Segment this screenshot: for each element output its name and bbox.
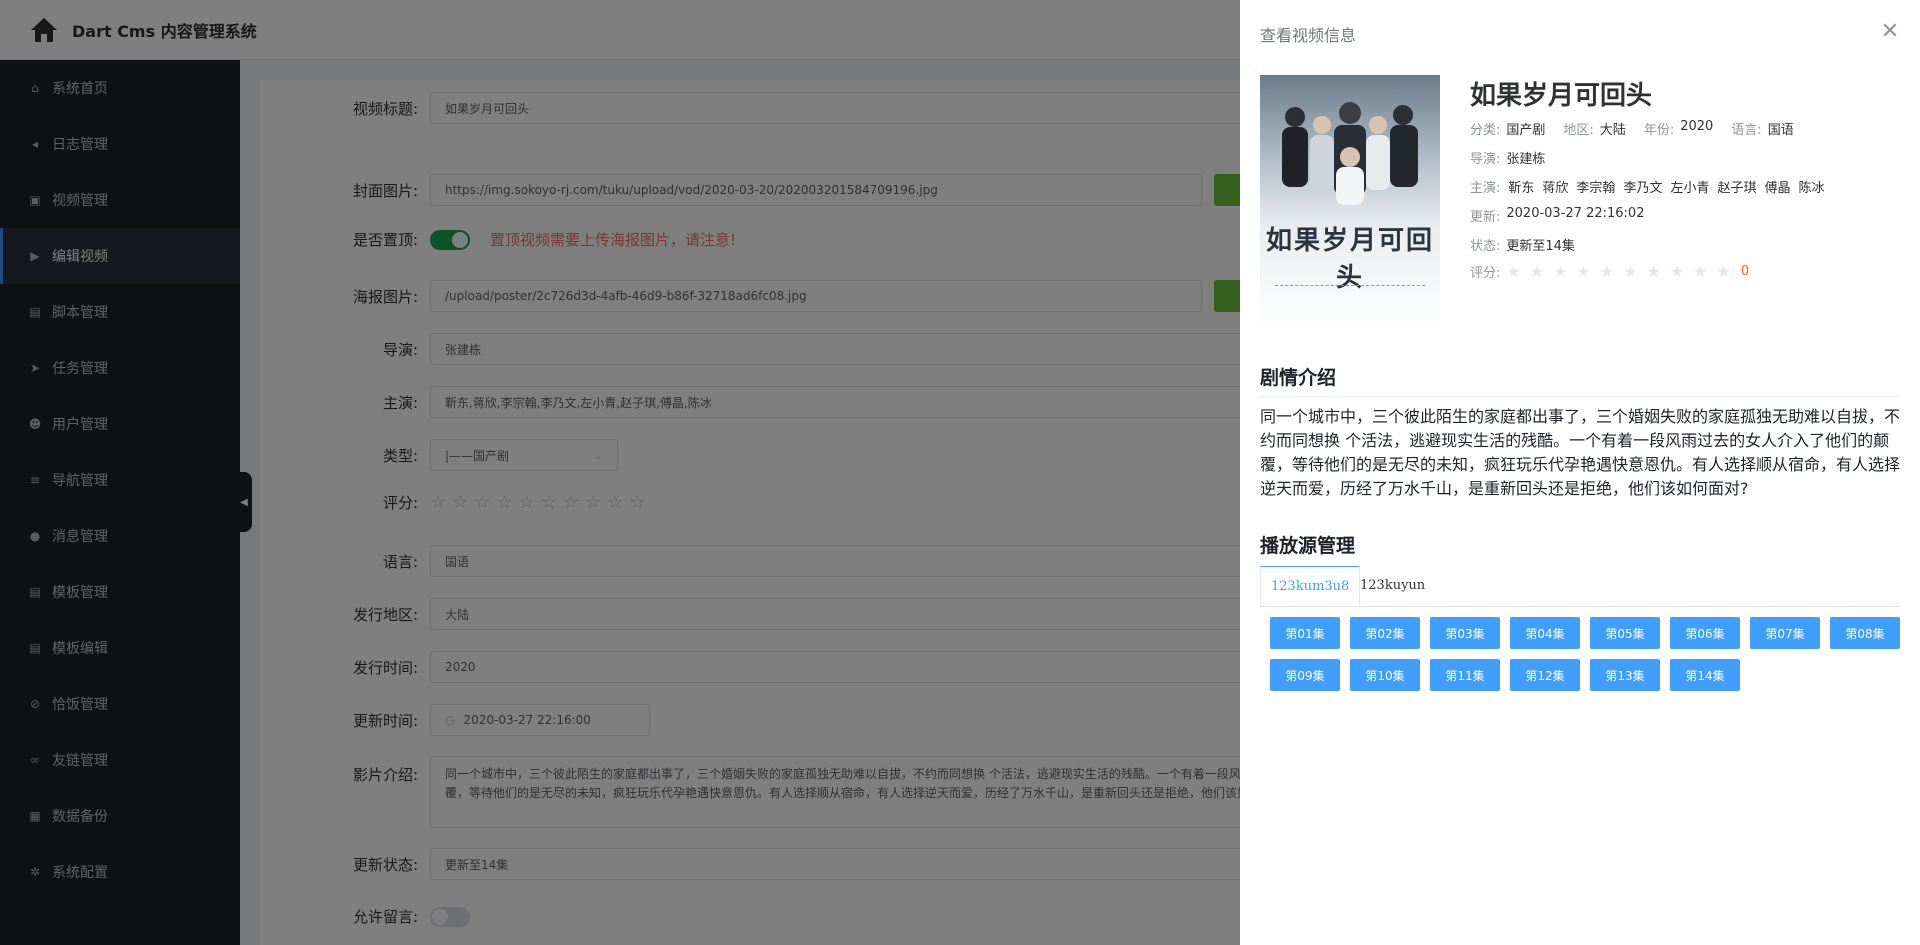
video-info-drawer: 查看视频信息 ✕ 如果岁月可回头 如果岁月可回头 分类: 国产剧 地区: 大陆 年份… [1240,0,1920,945]
episode-button[interactable]: 第12集 [1510,659,1580,691]
year-value: 2020 [1680,119,1714,134]
rating-key: 评分: [1470,266,1501,281]
close-icon[interactable]: ✕ [1878,20,1902,44]
episode-button[interactable]: 第02集 [1350,617,1420,649]
star-icon: ★ [1669,262,1685,281]
episode-button[interactable]: 第05集 [1590,617,1660,649]
update-key: 更新: [1470,210,1501,225]
star-icon: ★ [1529,262,1545,281]
episode-button[interactable]: 第09集 [1270,659,1340,691]
star-icon: ★ [1646,262,1661,281]
episode-button[interactable]: 第08集 [1830,617,1900,649]
actor-name: 靳东 [1508,181,1535,196]
divider [1260,396,1900,397]
director-key: 导演: [1470,152,1501,167]
category-value: 国产剧 [1506,123,1546,138]
rating-stars: ★ ★ ★ ★ ★ ★ ★ ★ ★ ★ [1506,262,1730,281]
actor-name: 李宗翰 [1576,181,1616,196]
star-icon: ★ [1693,262,1708,281]
region-key: 地区: [1563,123,1594,138]
region-value: 大陆 [1599,123,1626,138]
rating-line: 评分: ★ ★ ★ ★ ★ ★ ★ ★ ★ ★ 0 [1470,262,1749,281]
star-icon: ★ [1599,262,1615,281]
star-icon: ★ [1623,262,1638,281]
episode-button[interactable]: 第07集 [1750,617,1820,649]
actor-name: 蒋欣 [1542,181,1569,196]
director-value: 张建栋 [1506,152,1546,167]
source-tabs: 123kum3u8 123kuyun [1260,566,1900,608]
star-icon: ★ [1506,262,1521,281]
video-poster-image: 如果岁月可回头 [1260,75,1440,330]
status-key: 状态: [1470,239,1501,254]
video-meta-line: 分类: 国产剧 地区: 大陆 年份: 2020 语言: 国语 [1470,119,1794,138]
episode-button[interactable]: 第13集 [1590,659,1660,691]
rating-score: 0 [1740,264,1750,279]
status-value: 更新至14集 [1506,239,1575,254]
update-line: 更新: 2020-03-27 22:16:02 [1470,206,1644,225]
director-line: 导演: 张建栋 [1470,148,1545,167]
cast-figures-image [1282,102,1418,205]
episode-button[interactable]: 第04集 [1510,617,1580,649]
poster-title-text: 如果岁月可回头 [1265,226,1434,293]
episode-button[interactable]: 第03集 [1430,617,1500,649]
year-key: 年份: [1643,123,1675,138]
drawer-title: 查看视频信息 [1260,26,1357,45]
sources-section-title: 播放源管理 [1260,535,1356,557]
category-key: 分类: [1470,123,1501,138]
actor-name: 傅晶 [1764,181,1791,196]
update-value: 2020-03-27 22:16:02 [1506,206,1645,221]
plot-text: 同一个城市中，三个彼此陌生的家庭都出事了，三个婚姻失败的家庭孤独无助难以自拔，不… [1260,407,1901,498]
episode-button[interactable]: 第01集 [1270,617,1340,649]
episode-button[interactable]: 第11集 [1430,659,1500,691]
poster-credits [1275,285,1425,323]
actor-name: 陈冰 [1798,181,1825,196]
plot-section-title: 剧情介绍 [1260,367,1337,389]
video-title: 如果岁月可回头 [1470,81,1653,111]
star-icon: ★ [1553,262,1568,281]
status-line: 状态: 更新至14集 [1470,235,1575,254]
actor-name: 左小青 [1670,181,1710,196]
language-value: 国语 [1767,123,1794,138]
actor-name: 李乃文 [1623,181,1663,196]
episode-button[interactable]: 第14集 [1670,659,1740,691]
star-icon: ★ [1716,262,1731,281]
actors-line: 主演: 靳东 蒋欣 李宗翰 李乃文 左小青 赵子琪 傅晶 陈冰 [1470,177,1825,196]
language-key: 语言: [1731,123,1762,138]
episode-button[interactable]: 第10集 [1350,659,1420,691]
episode-button[interactable]: 第06集 [1670,617,1740,649]
actors-key: 主演: [1470,181,1501,196]
star-icon: ★ [1576,262,1591,281]
tab-123kuyun[interactable]: 123kuyun [1350,566,1435,607]
tab-123kum3u8[interactable]: 123kum3u8 [1260,566,1361,608]
actor-name: 赵子琪 [1717,181,1757,196]
